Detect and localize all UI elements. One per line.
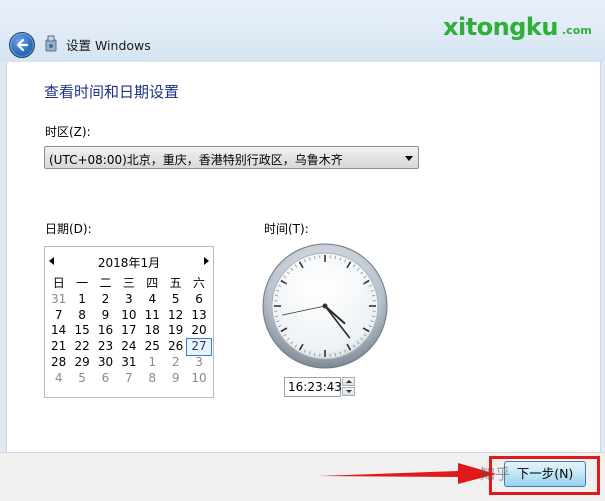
calendar-grid: 日一二三四五六311234567891011121314151617181920…: [47, 276, 211, 387]
calendar-day[interactable]: 2: [164, 355, 187, 371]
back-button[interactable]: [9, 32, 35, 58]
calendar-day[interactable]: 26: [164, 339, 187, 355]
calendar-day[interactable]: 19: [164, 323, 187, 339]
calendar-day[interactable]: 20: [187, 323, 210, 339]
calendar-day[interactable]: 24: [117, 339, 140, 355]
calendar-day[interactable]: 10: [187, 371, 210, 387]
calendar-day[interactable]: 29: [70, 355, 93, 371]
calendar-day[interactable]: 3: [117, 292, 140, 308]
calendar-day[interactable]: 4: [47, 371, 70, 387]
calendar-day[interactable]: 31: [47, 292, 70, 308]
next-month-icon[interactable]: [204, 257, 209, 265]
calendar-day[interactable]: 27: [187, 339, 210, 355]
calendar-day[interactable]: 25: [141, 339, 164, 355]
calendar-day[interactable]: 9: [94, 308, 117, 324]
calendar-day[interactable]: 8: [70, 308, 93, 324]
calendar-day[interactable]: 5: [70, 371, 93, 387]
weekday-header: 二: [94, 276, 117, 292]
calendar-day[interactable]: 16: [94, 323, 117, 339]
calendar-day[interactable]: 7: [47, 308, 70, 324]
calendar-day[interactable]: 1: [70, 292, 93, 308]
calendar-day[interactable]: 6: [187, 292, 210, 308]
weekday-header: 三: [117, 276, 140, 292]
timezone-select[interactable]: (UTC+08:00)北京，重庆，香港特别行政区，乌鲁木齐: [44, 146, 419, 169]
calendar-day[interactable]: 8: [141, 371, 164, 387]
calendar-day[interactable]: 5: [164, 292, 187, 308]
window-title: 设置 Windows: [66, 35, 151, 54]
calendar-day[interactable]: 17: [117, 323, 140, 339]
timezone-label: 时区(Z):: [45, 123, 91, 140]
time-stepper[interactable]: 16:23:43: [284, 377, 356, 397]
calendar-day[interactable]: 1: [141, 355, 164, 371]
calendar-day[interactable]: 18: [141, 323, 164, 339]
setup-icon: [43, 34, 59, 52]
timezone-value: (UTC+08:00)北京，重庆，香港特别行政区，乌鲁木齐: [49, 151, 343, 168]
calendar-day[interactable]: 4: [141, 292, 164, 308]
weekday-header: 四: [141, 276, 164, 292]
calendar-day[interactable]: 14: [47, 323, 70, 339]
calendar-day[interactable]: 21: [47, 339, 70, 355]
watermark-text: 知乎: [480, 463, 510, 484]
calendar-day[interactable]: 10: [117, 308, 140, 324]
calendar-day[interactable]: 3: [187, 355, 210, 371]
calendar-day[interactable]: 12: [164, 308, 187, 324]
calendar-month: 2018年1月: [45, 254, 213, 271]
calendar-day[interactable]: 9: [164, 371, 187, 387]
weekday-header: 日: [47, 276, 70, 292]
calendar-day[interactable]: 30: [94, 355, 117, 371]
calendar-day[interactable]: 2: [94, 292, 117, 308]
calendar-day[interactable]: 11: [141, 308, 164, 324]
weekday-header: 六: [187, 276, 210, 292]
time-input[interactable]: 16:23:43: [284, 377, 341, 397]
red-arrow-annotation: [318, 459, 498, 487]
weekday-header: 五: [164, 276, 187, 292]
spin-down-icon[interactable]: [342, 387, 355, 396]
dropdown-arrow-icon: [405, 156, 413, 161]
calendar-day[interactable]: 28: [47, 355, 70, 371]
analog-clock: [262, 243, 388, 369]
back-arrow-icon: [14, 37, 30, 53]
page-title: 查看时间和日期设置: [44, 81, 179, 102]
calendar-day[interactable]: 6: [94, 371, 117, 387]
date-calendar[interactable]: 2018年1月 日一二三四五六3112345678910111213141516…: [44, 246, 214, 398]
weekday-header: 一: [70, 276, 93, 292]
brand-logo: xitongku: [443, 13, 558, 41]
calendar-day[interactable]: 31: [117, 355, 140, 371]
date-label: 日期(D):: [45, 220, 92, 237]
time-label: 时间(T):: [264, 220, 309, 237]
calendar-day[interactable]: 7: [117, 371, 140, 387]
calendar-day[interactable]: 23: [94, 339, 117, 355]
brand-logo-suffix: .com: [562, 24, 592, 37]
calendar-day[interactable]: 22: [70, 339, 93, 355]
calendar-day[interactable]: 13: [187, 308, 210, 324]
spin-up-icon[interactable]: [342, 377, 355, 386]
calendar-day[interactable]: 15: [70, 323, 93, 339]
